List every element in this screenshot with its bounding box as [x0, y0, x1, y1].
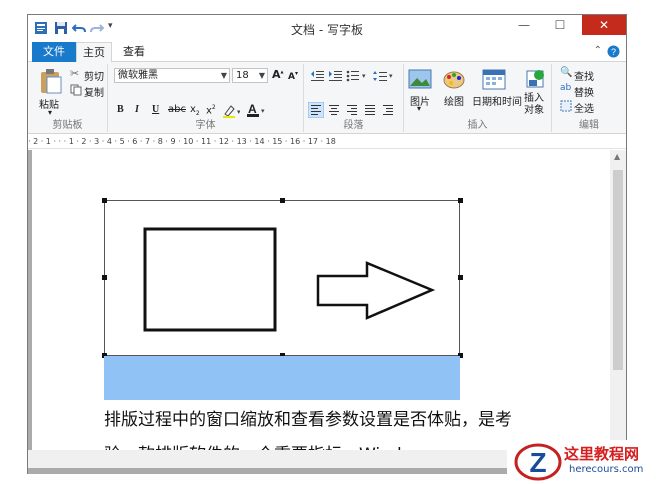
document-area: 排版过程中的窗口缩放和查看参数设置是否体贴，是考 验一款排版软件的一个重要指标。… [28, 150, 626, 474]
watermark-title: 这里教程网 [564, 445, 640, 463]
watermark-url: herecours.com [569, 464, 644, 475]
clipboard-group-label: 剪贴板 [52, 120, 83, 131]
select-all-icon[interactable] [560, 100, 572, 112]
calendar-icon[interactable] [482, 68, 506, 90]
close-button[interactable]: ✕ [582, 15, 626, 35]
cut-label[interactable]: 剪切 [84, 68, 104, 83]
clipboard-group: 粘贴 ▾ ✂ 剪切 复制 剪贴板 [28, 64, 108, 132]
insert-object-icon[interactable] [524, 68, 546, 90]
find-icon[interactable]: 🔍 [560, 67, 572, 78]
italic-icon[interactable]: I [135, 104, 139, 115]
selection-highlight [104, 356, 460, 400]
vertical-scrollbar[interactable]: ▲ [610, 150, 626, 450]
watermark-logo-icon: Z [514, 443, 562, 481]
decrease-indent-icon[interactable] [310, 70, 324, 82]
font-group: 微软雅黑 ▼ 18 ▼ A▴ A▾ B I U abc x2 x2 ▾ A ▾ … [108, 64, 304, 132]
increase-indent-icon[interactable] [328, 70, 342, 82]
shrink-font-icon[interactable]: A▾ [288, 70, 298, 82]
align-right-icon[interactable] [346, 104, 358, 116]
line-spacing-icon[interactable]: ▾ [372, 70, 394, 82]
replace-label[interactable]: 替换 [574, 84, 594, 99]
selected-picture[interactable] [104, 200, 460, 356]
insert-object-label[interactable]: 插入对象 [524, 93, 548, 117]
resize-handle-top-center[interactable] [280, 198, 285, 203]
editing-group-label: 编辑 [579, 120, 599, 131]
tab-file[interactable]: 文件 [32, 42, 76, 62]
resize-handle-middle-right[interactable] [458, 275, 463, 280]
find-label[interactable]: 查找 [574, 68, 594, 83]
superscript-icon[interactable]: x2 [206, 104, 216, 116]
chevron-down-icon: ▼ [258, 71, 265, 80]
copy-label[interactable]: 复制 [84, 84, 104, 99]
collapse-ribbon-icon[interactable]: ⌃ [594, 45, 602, 56]
font-size-value: 18 [236, 70, 249, 81]
wordpad-window: ▾ 文档 - 写字板 — ☐ ✕ 文件 主页 查看 ⌃ ? 粘贴 ▾ ✂ 剪切 [27, 14, 627, 474]
align-center-icon[interactable] [328, 104, 340, 116]
replace-icon[interactable]: ab [560, 83, 571, 93]
select-all-label[interactable]: 全选 [574, 100, 594, 115]
insert-group-label: 插入 [467, 120, 488, 131]
svg-text:▾: ▾ [261, 107, 265, 115]
ruler[interactable]: · 2 · 1 · · · 1 · 2 · 3 · 4 · 5 · 6 · 7 … [28, 135, 626, 149]
grow-font-icon[interactable]: A▴ [272, 68, 284, 81]
document-text-line-2: 验一款排版软件的一个重要指标。Windows [104, 440, 435, 450]
paragraph-settings-icon[interactable] [382, 104, 394, 116]
bold-icon[interactable]: B [117, 104, 124, 115]
tab-view[interactable]: 查看 [116, 42, 152, 62]
copy-icon[interactable] [70, 84, 82, 96]
drawn-rectangle [143, 227, 277, 332]
font-group-label: 字体 [195, 120, 216, 131]
svg-text:A: A [248, 102, 257, 116]
underline-icon[interactable]: U [152, 104, 159, 115]
tab-home[interactable]: 主页 [76, 42, 112, 63]
editing-group: 🔍 查找 ab 替换 全选 编辑 [552, 64, 626, 132]
picture-icon[interactable] [408, 68, 432, 90]
document-text-line-1: 排版过程中的窗口缩放和查看参数设置是否体贴，是考 [104, 410, 512, 430]
site-watermark: Z 这里教程网 herecours.com [507, 440, 656, 484]
minimize-button[interactable]: — [510, 15, 538, 35]
paragraph-group: ▾ ▾ 段落 [304, 64, 404, 132]
paste-icon[interactable] [38, 68, 64, 94]
vertical-scroll-thumb[interactable] [613, 170, 623, 370]
resize-handle-top-right[interactable] [458, 198, 463, 203]
svg-text:▾: ▾ [362, 72, 366, 80]
font-family-select[interactable]: 微软雅黑 ▼ [114, 68, 230, 83]
paint-icon[interactable] [442, 68, 466, 90]
justify-icon[interactable] [364, 104, 376, 116]
title-bar: ▾ 文档 - 写字板 — ☐ ✕ [28, 15, 626, 42]
svg-text:Z: Z [529, 447, 546, 478]
document-page[interactable]: 排版过程中的窗口缩放和查看参数设置是否体贴，是考 验一款排版软件的一个重要指标。… [32, 150, 610, 450]
resize-handle-top-left[interactable] [102, 198, 107, 203]
svg-text:▾: ▾ [389, 72, 393, 80]
font-size-select[interactable]: 18 ▼ [232, 68, 268, 83]
svg-text:▾: ▾ [237, 108, 240, 116]
ribbon-home: 粘贴 ▾ ✂ 剪切 复制 剪贴板 微软雅黑 ▼ 18 ▼ A▴ A▾ B I U… [28, 62, 626, 134]
chevron-down-icon: ▼ [220, 71, 227, 80]
datetime-label[interactable]: 日期和时间 [472, 93, 522, 108]
help-icon[interactable]: ? [607, 45, 620, 58]
picture-drawing [143, 227, 436, 332]
bullet-list-icon[interactable]: ▾ [346, 70, 368, 82]
paint-label[interactable]: 绘图 [444, 93, 464, 108]
picture-dropdown-icon[interactable]: ▾ [417, 104, 421, 113]
strikethrough-icon[interactable]: abc [168, 104, 186, 115]
svg-text:?: ? [611, 47, 616, 57]
paragraph-group-label: 段落 [343, 120, 364, 131]
ribbon-tabs: 文件 主页 查看 ⌃ ? [28, 42, 626, 63]
scroll-up-icon[interactable]: ▲ [614, 152, 620, 161]
insert-group: 图片 ▾ 绘图 日期和时间 插入对象 插入 [404, 64, 552, 132]
scissors-icon[interactable]: ✂ [70, 67, 79, 80]
resize-handle-middle-left[interactable] [102, 275, 107, 280]
maximize-button[interactable]: ☐ [546, 15, 574, 35]
font-family-value: 微软雅黑 [118, 70, 158, 81]
drawn-arrow [316, 261, 436, 320]
